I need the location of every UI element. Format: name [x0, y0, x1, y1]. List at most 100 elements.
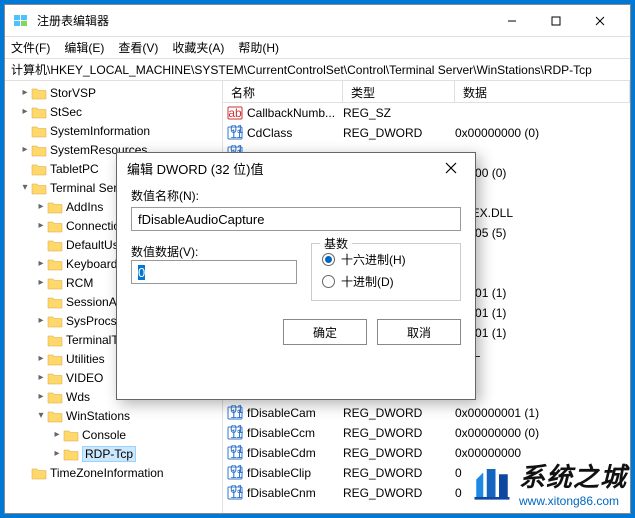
- tree-item-label: SysProcs: [66, 314, 117, 328]
- col-header-data[interactable]: 数据: [455, 81, 630, 102]
- dialog-titlebar: 编辑 DWORD (32 位)值: [117, 153, 475, 183]
- ok-button[interactable]: 确定: [283, 319, 367, 345]
- folder-icon: [31, 181, 47, 195]
- tree-item[interactable]: ▾WinStations: [5, 406, 222, 425]
- value-data-label: 数值数据(V):: [131, 245, 198, 259]
- folder-icon: [47, 333, 63, 347]
- svg-text:110: 110: [230, 467, 243, 481]
- menu-file[interactable]: 文件(F): [11, 39, 50, 56]
- tree-item[interactable]: ▸ RDP-Tcp: [5, 444, 222, 463]
- cell-data: 0x00000000 (0): [455, 426, 630, 440]
- tree-item-label: Console: [82, 428, 126, 442]
- svg-text:110: 110: [230, 407, 243, 421]
- tree-item[interactable]: ▸ Console: [5, 425, 222, 444]
- list-row[interactable]: 011110fDisableCnmREG_DWORD0: [223, 483, 630, 503]
- menu-view[interactable]: 查看(V): [118, 39, 158, 56]
- folder-icon: [31, 105, 47, 119]
- col-header-type[interactable]: 类型: [343, 81, 455, 102]
- tree-twisty-icon[interactable]: ▾: [35, 410, 47, 421]
- tree-item-label: RDP-Tcp: [82, 446, 136, 462]
- menu-edit[interactable]: 编辑(E): [64, 39, 104, 56]
- list-row[interactable]: 011110fDisableCdmREG_DWORD0x00000000: [223, 443, 630, 463]
- cell-data: 0x00000000 (0): [455, 126, 630, 140]
- folder-icon: [47, 390, 63, 404]
- app-icon: [13, 13, 29, 29]
- menu-favorites[interactable]: 收藏夹(A): [172, 39, 224, 56]
- address-bar[interactable]: 计算机\HKEY_LOCAL_MACHINE\SYSTEM\CurrentCon…: [5, 59, 630, 81]
- list-row[interactable]: 011110fDisableClipREG_DWORD0: [223, 463, 630, 483]
- radio-dot-icon: [322, 253, 335, 266]
- tree-item-label: RCM: [66, 276, 93, 290]
- folder-icon: [31, 162, 47, 176]
- svg-text:ab: ab: [228, 106, 242, 120]
- value-type-icon: 011110: [227, 445, 243, 461]
- tree-item[interactable]: SystemInformation: [5, 121, 222, 140]
- tree-twisty-icon[interactable]: ▸: [35, 201, 47, 212]
- tree-twisty-icon[interactable]: ▸: [35, 220, 47, 231]
- tree-twisty-icon[interactable]: ▸: [35, 315, 47, 326]
- cell-name: fDisableClip: [247, 466, 343, 480]
- folder-icon: [47, 409, 63, 423]
- tree-twisty-icon[interactable]: ▸: [35, 277, 47, 288]
- tree-twisty-icon[interactable]: ▸: [19, 106, 31, 117]
- cancel-button[interactable]: 取消: [377, 319, 461, 345]
- list-row[interactable]: 011110fDisableCamREG_DWORD0x00000001 (1): [223, 403, 630, 423]
- base-legend: 基数: [320, 235, 352, 252]
- tree-twisty-icon[interactable]: ▸: [19, 144, 31, 155]
- tree-twisty-icon[interactable]: ▸: [19, 87, 31, 98]
- window-title: 注册表编辑器: [37, 12, 490, 29]
- cell-data: FGEX.DLL: [455, 206, 630, 220]
- menubar: 文件(F) 编辑(E) 查看(V) 收藏夹(A) 帮助(H): [5, 37, 630, 59]
- svg-text:110: 110: [230, 447, 243, 461]
- value-name-input[interactable]: [131, 207, 461, 231]
- tree-item[interactable]: TimeZoneInformation: [5, 463, 222, 482]
- folder-icon: [31, 143, 47, 157]
- cell-data: .DLL: [455, 346, 630, 360]
- value-type-icon: ab: [227, 105, 243, 121]
- cell-data: 00001 (1): [455, 326, 630, 340]
- maximize-button[interactable]: [534, 7, 578, 35]
- folder-icon: [31, 124, 47, 138]
- window-controls: [490, 7, 622, 35]
- close-button[interactable]: [578, 7, 622, 35]
- cell-data: 0: [455, 466, 630, 480]
- radio-dec-label: 十进制(D): [341, 273, 394, 290]
- value-data-input[interactable]: [131, 260, 297, 284]
- list-row[interactable]: 011110fDisableCcmREG_DWORD0x00000000 (0): [223, 423, 630, 443]
- col-header-name[interactable]: 名称: [223, 81, 343, 102]
- cell-type: REG_SZ: [343, 106, 455, 120]
- tree-twisty-icon[interactable]: ▸: [35, 258, 47, 269]
- tree-item[interactable]: ▸StSec: [5, 102, 222, 121]
- folder-icon: [47, 238, 63, 252]
- radio-dec[interactable]: 十进制(D): [322, 270, 450, 292]
- tree-twisty-icon[interactable]: ▾: [19, 182, 31, 193]
- minimize-button[interactable]: [490, 7, 534, 35]
- list-row[interactable]: 011110CdClassREG_DWORD0x00000000 (0): [223, 123, 630, 143]
- titlebar: 注册表编辑器: [5, 5, 630, 37]
- list-row[interactable]: abCallbackNumb...REG_SZ: [223, 103, 630, 123]
- tree-twisty-icon[interactable]: ▸: [35, 391, 47, 402]
- value-type-icon: 011110: [227, 425, 243, 441]
- cell-type: REG_DWORD: [343, 426, 455, 440]
- cell-data: 0x00000000: [455, 446, 630, 460]
- tree-item-label: Wds: [66, 390, 90, 404]
- tree-item-label: VIDEO: [66, 371, 103, 385]
- cell-name: CdClass: [247, 126, 343, 140]
- folder-icon: [31, 86, 47, 100]
- cell-data: 00001 (1): [455, 286, 630, 300]
- tree-item[interactable]: ▸StorVSP: [5, 83, 222, 102]
- folder-icon: [63, 447, 79, 461]
- value-type-icon: 011110: [227, 485, 243, 501]
- tree-twisty-icon[interactable]: ▸: [35, 353, 47, 364]
- cell-type: REG_DWORD: [343, 406, 455, 420]
- dialog-close-button[interactable]: [437, 156, 465, 180]
- menu-help[interactable]: 帮助(H): [238, 39, 279, 56]
- folder-icon: [47, 276, 63, 290]
- dialog-body: 数值名称(N): 数值数据(V): 基数 十六进制(H) 十进制(D) 确定 取…: [117, 183, 475, 399]
- value-type-icon: 011110: [227, 125, 243, 141]
- value-type-icon: 011110: [227, 405, 243, 421]
- tree-twisty-icon[interactable]: ▸: [51, 448, 63, 459]
- tree-twisty-icon[interactable]: ▸: [51, 429, 63, 440]
- tree-twisty-icon[interactable]: ▸: [35, 372, 47, 383]
- dialog-title: 编辑 DWORD (32 位)值: [127, 159, 437, 178]
